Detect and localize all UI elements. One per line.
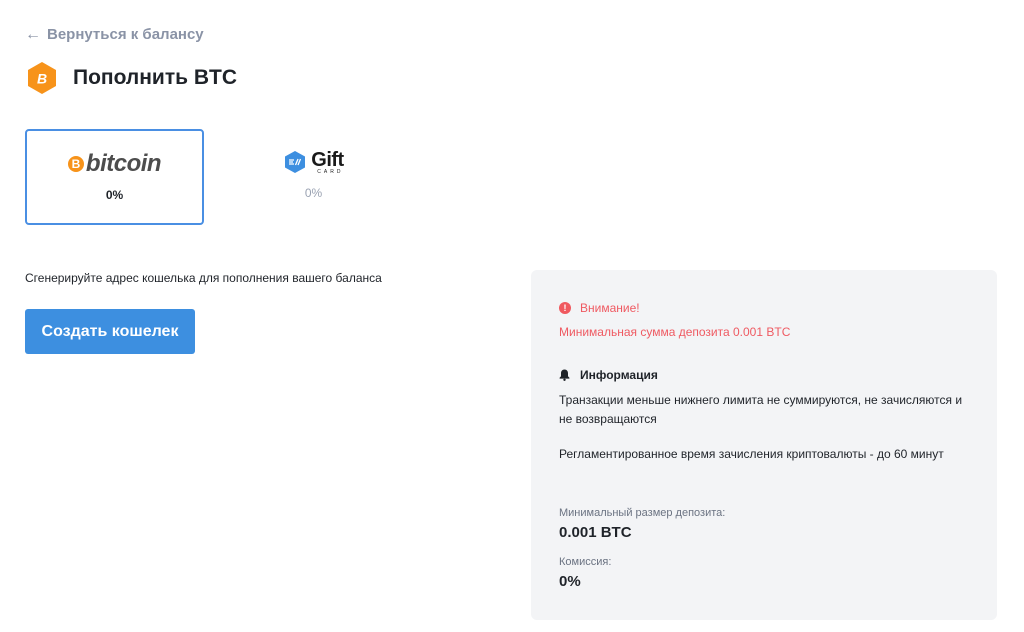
bell-icon [559,369,570,381]
payment-method-bitcoin[interactable]: B bitcoin 0% [25,129,204,225]
svg-text:B: B [37,71,47,87]
gift-card-logo: Gift CARD [283,147,344,177]
bitcoin-logo-text: bitcoin [85,150,162,177]
bitcoin-fee-percent: 0% [105,188,124,202]
bitcoin-logo: B bitcoin [67,149,162,179]
info-heading: Информация [559,368,658,382]
gift-card-icon [285,151,306,173]
payment-method-gift-card[interactable]: Gift CARD 0% [224,129,403,225]
info-title: Информация [580,368,658,382]
fee-label: Комиссия: [559,556,612,568]
fee-value: 0% [559,573,581,590]
gift-card-fee-percent: 0% [304,186,323,200]
deposit-info-panel: ! Внимание! Минимальная сумма депозита 0… [531,270,997,620]
min-deposit-label: Минимальный размер депозита: [559,507,726,519]
gift-card-logo-subtext: CARD [317,168,344,175]
info-text-limit: Транзакции меньше нижнего лимита не сумм… [559,393,963,426]
min-deposit-value: 0.001 BTC [559,524,632,541]
warning-text: Минимальная сумма депозита 0.001 BTC [559,325,791,339]
back-to-balance-link[interactable]: ← Вернуться к балансу [25,26,204,43]
arrow-left-icon: ← [25,25,41,43]
create-wallet-button[interactable]: Создать кошелек [25,309,195,354]
bitcoin-icon: B [67,156,84,172]
back-link-label: Вернуться к балансу [47,26,204,43]
btc-coin-icon: B [28,62,56,94]
page-title: Пополнить BTC [73,66,238,89]
warning-title: Внимание! [580,301,640,315]
warning-icon: ! [559,302,571,314]
page-header: B Пополнить BTC [25,61,237,95]
info-text-timing: Регламентированное время зачисления крип… [559,447,944,461]
wallet-instruction-text: Сгенерируйте адрес кошелька для пополнен… [25,271,382,285]
gift-card-logo-text: Gift [311,148,344,171]
warning-heading: ! Внимание! [559,301,640,315]
